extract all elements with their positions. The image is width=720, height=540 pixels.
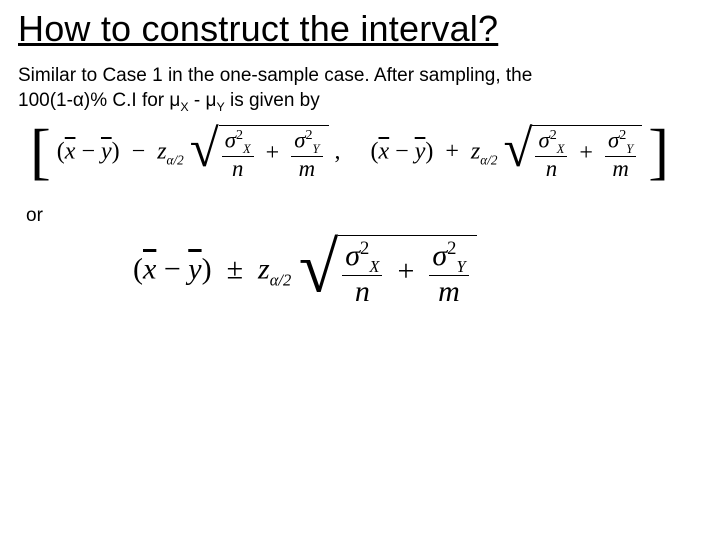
sig6: σ (432, 239, 447, 272)
rpar3: ) (202, 252, 212, 285)
sq5: 2 (360, 238, 369, 259)
alpha3: α/2 (270, 270, 292, 289)
lpar1: ( (57, 138, 65, 164)
xbar1: x (65, 138, 76, 164)
suby3: Y (456, 257, 465, 276)
minus-outer1: − (132, 138, 146, 164)
lpar2: ( (371, 138, 379, 164)
sqrt3: √ σ2X n + σ2Y m (299, 235, 477, 308)
m3: m (429, 275, 468, 308)
sq6: 2 (447, 238, 456, 259)
intro-text: Similar to Case 1 in the one-sample case… (18, 64, 702, 115)
subx3: X (369, 257, 379, 276)
sig3: σ (538, 127, 549, 152)
subx1: X (243, 142, 251, 156)
intro-sub-x: X (180, 99, 188, 113)
sq4: 2 (619, 127, 626, 143)
minus2: − (395, 138, 409, 164)
subx2: X (557, 142, 565, 156)
plus1: + (266, 140, 280, 166)
or-label: or (26, 205, 702, 227)
alpha2: α/2 (480, 152, 497, 167)
radical-icon-2: √ (503, 128, 532, 184)
ybar1: y (101, 138, 112, 164)
suby2: Y (626, 142, 633, 156)
m1: m (291, 156, 322, 181)
xbar2: x (379, 138, 390, 164)
rpar2: ) (425, 138, 433, 164)
frac-sy-m-2: σ2Y m (605, 128, 636, 181)
z2: z (471, 138, 480, 164)
sq1: 2 (236, 127, 243, 143)
comma: , (335, 138, 341, 164)
sig5: σ (345, 239, 360, 272)
sig1: σ (225, 127, 236, 152)
formula-pm: (x − y) ± zα/2 √ σ2X n + σ2Y m (18, 235, 702, 308)
intro-line1: Similar to Case 1 in the one-sample case… (18, 65, 532, 86)
intro-sub-y: Y (216, 99, 224, 113)
plus3: + (397, 254, 414, 287)
formula-interval: [ (x − y) − zα/2 √ σ2X n + σ2Y m , (x − … (18, 125, 702, 181)
minus1: − (81, 138, 95, 164)
plusminus: ± (227, 252, 243, 285)
intro-mid: - μ (189, 90, 217, 111)
sqrt1: √ σ2X n + σ2Y m (190, 125, 329, 181)
frac-sy-m-1: σ2Y m (291, 128, 322, 181)
frac-sx-n-1: σ2X n (222, 128, 254, 181)
frac-sx-n-3: σ2X n (342, 239, 382, 308)
frac-sy-m-3: σ2Y m (429, 239, 468, 308)
sig2: σ (294, 127, 305, 152)
lpar3: ( (133, 252, 143, 285)
alpha1: α/2 (167, 152, 184, 167)
radical-icon: √ (190, 128, 219, 184)
z1: z (157, 138, 166, 164)
n2: n (535, 156, 567, 181)
minus3: − (164, 252, 181, 285)
intro-suffix: is given by (225, 90, 320, 111)
ybar2: y (415, 138, 426, 164)
slide-title: How to construct the interval? (18, 8, 702, 50)
z3: z (258, 252, 270, 285)
sig4: σ (608, 127, 619, 152)
n3: n (342, 275, 382, 308)
m2: m (605, 156, 636, 181)
plus2: + (579, 140, 593, 166)
sq3: 2 (550, 127, 557, 143)
rpar1: ) (112, 138, 120, 164)
suby1: Y (313, 142, 320, 156)
sq2: 2 (305, 127, 312, 143)
ybar3: y (188, 252, 201, 285)
frac-sx-n-2: σ2X n (535, 128, 567, 181)
radical-icon-3: √ (299, 239, 339, 312)
xbar3: x (143, 252, 156, 285)
intro-ci-prefix: 100(1-α)% C.I for μ (18, 90, 180, 111)
sqrt2: √ σ2X n + σ2Y m (503, 125, 642, 181)
plus-outer2: + (445, 138, 459, 164)
n1: n (222, 156, 254, 181)
